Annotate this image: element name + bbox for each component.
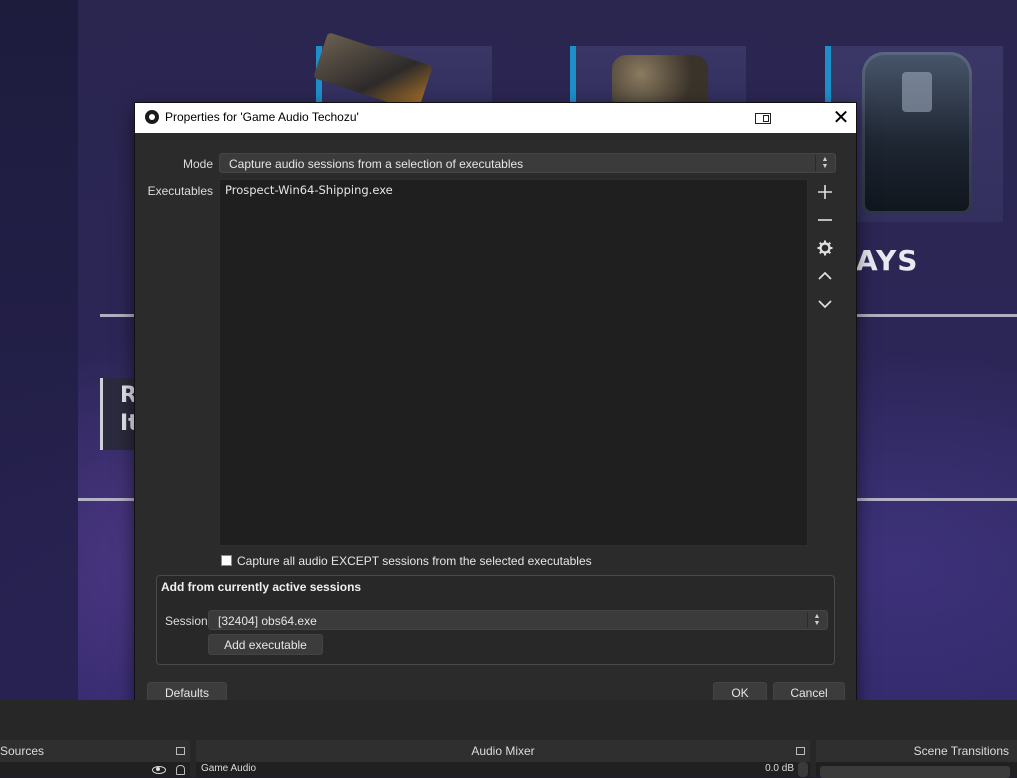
transitions-panel [816,762,1017,778]
active-sessions-group: Add from currently active sessions Sessi… [156,575,835,665]
undock-icon[interactable] [176,747,185,755]
mixer-level: 0.0 dB [765,763,794,774]
exclude-checkbox-label[interactable]: Capture all audio EXCEPT sessions from t… [237,554,592,568]
list-item[interactable]: Prospect-Win64-Shipping.exe [225,183,393,197]
executables-label: Executables [147,184,213,198]
move-up-button[interactable] [811,263,839,289]
backpack-image [612,55,708,103]
transitions-dock-title: Scene Transitions [913,744,1009,758]
sources-dock-title: Sources [0,744,45,758]
remove-icon [818,219,832,221]
mixer-list: Game Audio 0.0 dB [196,762,810,777]
mode-select[interactable]: Capture audio sessions from a selection … [219,153,836,173]
gear-icon [817,240,833,256]
add-button[interactable] [811,179,839,205]
move-down-button[interactable] [811,291,839,317]
remove-button[interactable] [811,207,839,233]
undock-icon[interactable] [796,747,805,755]
preview-divider [856,314,1017,317]
sources-list [0,762,190,777]
eye-icon[interactable] [152,766,166,774]
add-icon [818,185,832,199]
active-sessions-title: Add from currently active sessions [161,580,362,594]
mixer-source-name: Game Audio [201,763,257,774]
executables-list[interactable]: Prospect-Win64-Shipping.exe [219,179,808,546]
armor-vest-image [862,52,972,214]
bottom-docks: Sources Audio Mixer Scene Transitions Ga… [0,700,1017,778]
dialog-title: Properties for 'Game Audio Techozu' [165,110,359,124]
preview-divider [78,498,136,501]
session-select[interactable]: [32404] obs64.exe ▲ ▼ [208,610,828,630]
obs-logo-icon [145,110,159,124]
close-icon: ✕ [832,107,850,129]
snap-layout-icon [755,112,771,124]
preview-heading-fragment: AYS [856,244,919,277]
transition-select[interactable] [820,766,1010,778]
updown-arrows-icon: ▲ ▼ [815,155,834,171]
chevron-down-icon [818,300,832,309]
session-label: Session [165,614,208,628]
mixer-scrollbar[interactable] [798,762,808,777]
properties-button[interactable] [811,235,839,261]
exclude-checkbox[interactable] [221,555,232,566]
mixer-dock-header: Audio Mixer [196,740,810,762]
preview-divider [100,314,136,317]
preview-side-band [0,0,78,700]
mode-value: Capture audio sessions from a selection … [229,157,524,171]
mode-label: Mode [182,157,213,171]
properties-dialog: Properties for 'Game Audio Techozu' ✕ Mo… [135,103,856,713]
add-executable-button[interactable]: Add executable [208,634,323,655]
dialog-titlebar[interactable]: Properties for 'Game Audio Techozu' ✕ [135,103,856,133]
preview-divider [856,498,1017,501]
lock-icon[interactable] [176,765,185,775]
sources-dock-header: Sources [0,740,190,762]
mixer-dock-title: Audio Mixer [471,744,535,758]
close-button[interactable]: ✕ [821,103,861,133]
session-value: [32404] obs64.exe [218,614,317,628]
snap-layout-button[interactable] [743,103,783,133]
updown-arrows-icon: ▲ ▼ [807,612,826,628]
transitions-dock-header: Scene Transitions [816,740,1017,762]
chevron-up-icon [818,271,832,280]
